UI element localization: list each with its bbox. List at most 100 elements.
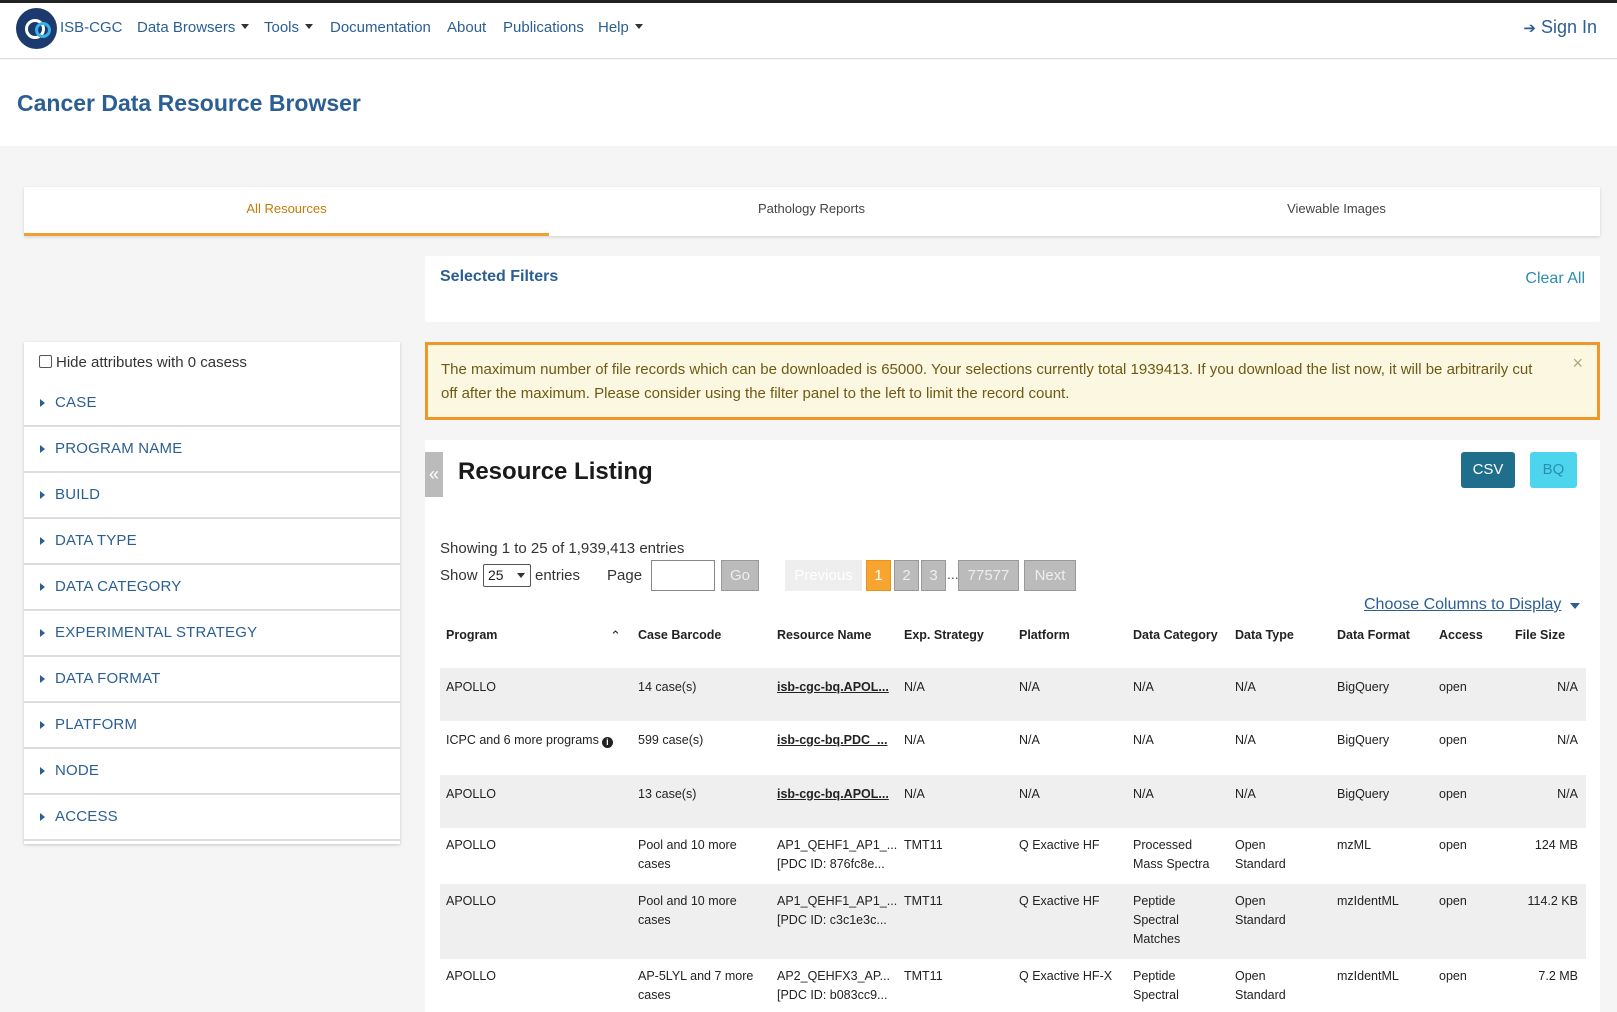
cell-program: APOLLO [446,680,497,694]
caret-right-icon [40,629,45,637]
info-icon[interactable]: i [601,737,613,748]
table-header: Program ⌃ Case Barcode Resource Name Exp… [440,622,1586,668]
nav-data-browsers[interactable]: Data Browsers [137,19,250,36]
header-platform[interactable]: Platform [1019,628,1070,642]
cell-access: open [1439,838,1467,852]
cell-data-type: N/A [1235,787,1256,801]
facet-build[interactable]: BUILD [24,475,400,519]
tab-all-resources[interactable]: All Resources [24,187,549,236]
cell-data-format: mzML [1337,838,1372,852]
cell-case-barcode: 14 case(s) [638,680,697,694]
header-data-category[interactable]: Data Category [1133,628,1218,642]
page-input[interactable] [651,560,715,591]
cell-file-size: N/A [1557,733,1578,747]
download-limit-alert: The maximum number of file records which… [425,342,1600,420]
page-length-select[interactable]: 25 [483,564,531,587]
sign-in-icon: ➔ [1523,20,1536,37]
bq-button[interactable]: BQ [1530,452,1577,488]
page-button-2[interactable]: 2 [894,560,919,591]
hide-zero-checkbox[interactable] [39,355,52,368]
cell-data-type: Open Standard [1235,969,1286,1002]
nav-documentation[interactable]: Documentation [330,19,431,36]
cell-case-barcode: AP-5LYL and 7 more cases [638,969,754,1002]
facet-data-category[interactable]: DATA CATEGORY [24,567,400,611]
cell-file-size: 7.2 MB [1538,969,1578,983]
cell-data-category: N/A [1133,733,1154,747]
page-label: Page [607,567,643,584]
cell-case-barcode: 599 case(s) [638,733,704,747]
header-data-format[interactable]: Data Format [1337,628,1410,642]
csv-button[interactable]: CSV [1461,452,1515,488]
header-program[interactable]: Program [446,628,497,642]
caret-right-icon [40,491,45,499]
caret-right-icon [40,721,45,729]
brand-name[interactable]: ISB-CGC [60,19,123,36]
cell-platform: N/A [1019,680,1040,694]
header-file-size[interactable]: File Size [1515,628,1565,642]
facet-data-type[interactable]: DATA TYPE [24,521,400,565]
facet-platform[interactable]: PLATFORM [24,705,400,749]
sort-ascending-icon[interactable]: ⌃ [610,628,621,644]
clear-all-link[interactable]: Clear All [1525,270,1585,288]
sign-in-link[interactable]: ➔ Sign In [1523,17,1597,38]
cell-platform: N/A [1019,733,1040,747]
header-case-barcode[interactable]: Case Barcode [638,628,721,642]
caret-right-icon [40,399,45,407]
cell-resource-name[interactable]: AP1_QEHF1_AP1_... [PDC ID: c3c1e3c... [777,892,897,930]
chevron-down-icon [634,24,643,29]
table-row[interactable]: APOLLO 14 case(s) isb-cgc-bq.APOL... N/A… [440,668,1586,721]
header-resource-name[interactable]: Resource Name [777,628,872,642]
cell-resource-name[interactable]: isb-cgc-bq.APOL... [777,678,889,697]
facet-data-format[interactable]: DATA FORMAT [24,659,400,703]
caret-right-icon [40,675,45,683]
collapse-sidebar-button[interactable]: « [425,452,443,497]
cell-program: APOLLO [446,787,497,801]
next-page-button[interactable]: Next [1024,560,1076,591]
page-button-3[interactable]: 3 [921,560,946,591]
table-row[interactable]: APOLLO AP-5LYL and 7 more cases AP2_QEHF… [440,959,1586,1012]
facet-access[interactable]: ACCESS [24,797,400,841]
nav-publications[interactable]: Publications [503,19,584,36]
header-access[interactable]: Access [1439,628,1483,642]
cell-data-format: mzIdentML [1337,969,1399,983]
facet-program-name[interactable]: PROGRAM NAME [24,429,400,473]
tab-viewable-images[interactable]: Viewable Images [1074,187,1599,236]
table-row[interactable]: ICPC and 6 more programs i 599 case(s) is… [440,721,1586,775]
nav-tools[interactable]: Tools [264,19,314,36]
chevron-down-icon[interactable] [1570,603,1580,609]
facet-experimental-strategy[interactable]: EXPERIMENTAL STRATEGY [24,613,400,657]
chevron-down-icon [305,24,314,29]
table-row[interactable]: APOLLO Pool and 10 more cases AP1_QEHF1_… [440,884,1586,959]
cell-resource-name[interactable]: isb-cgc-bq.PDC_... [777,731,887,750]
tab-pathology-reports[interactable]: Pathology Reports [549,187,1074,236]
cell-resource-name[interactable]: AP1_QEHF1_AP1_... [PDC ID: 876fc8e... [777,836,897,874]
nav-about[interactable]: About [447,19,486,36]
page-button-last[interactable]: 77577 [958,560,1019,591]
cell-access: open [1439,680,1467,694]
facet-case[interactable]: CASE [24,383,400,427]
table-row[interactable]: APOLLO 13 case(s) isb-cgc-bq.APOL... N/A… [440,775,1586,828]
header-exp-strategy[interactable]: Exp. Strategy [904,628,984,642]
nav-help[interactable]: Help [598,19,643,36]
cell-case-barcode: Pool and 10 more cases [638,838,737,871]
isb-cgc-logo-icon[interactable] [16,8,57,49]
caret-right-icon [40,583,45,591]
hide-zero-option[interactable]: Hide attributes with 0 casess [39,354,247,371]
table-row[interactable]: APOLLO Pool and 10 more cases AP1_QEHF1_… [440,828,1586,884]
double-chevron-left-icon: « [428,464,439,484]
cell-resource-name[interactable]: isb-cgc-bq.APOL... [777,785,889,804]
page-button-1[interactable]: 1 [866,560,891,591]
cell-data-category: Processed Mass Spectra [1133,838,1210,871]
previous-page-button[interactable]: Previous [785,560,862,591]
caret-right-icon [40,445,45,453]
header-data-type[interactable]: Data Type [1235,628,1294,642]
go-button[interactable]: Go [721,560,759,591]
cell-file-size: N/A [1557,787,1578,801]
choose-columns-link[interactable]: Choose Columns to Display [1364,596,1561,614]
entries-label: entries [535,567,581,584]
cell-resource-name[interactable]: AP2_QEHFX3_AP... [PDC ID: b083cc9... [777,967,890,1005]
showing-info: Showing 1 to 25 of 1,939,413 entries [440,540,685,557]
cell-program: APOLLO [446,838,497,852]
facet-node[interactable]: NODE [24,751,400,795]
close-icon[interactable]: × [1572,353,1583,374]
